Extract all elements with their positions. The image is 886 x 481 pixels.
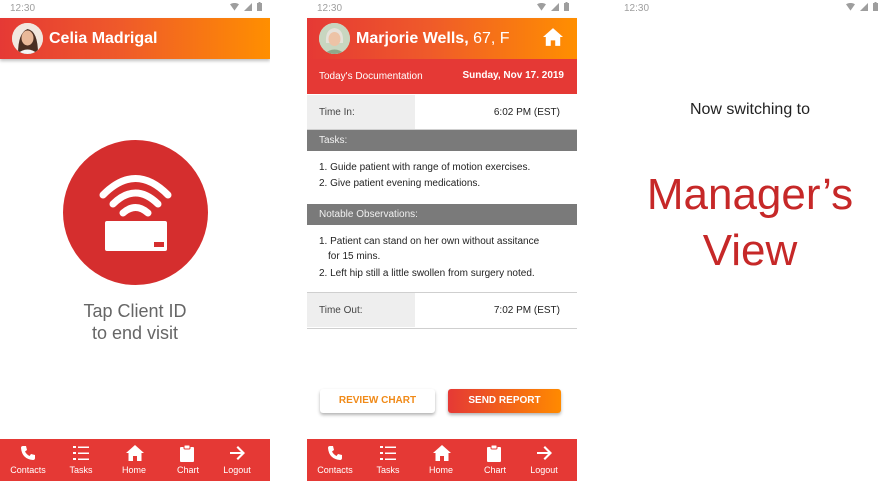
send-report-button[interactable]: SEND REPORT xyxy=(448,389,561,413)
nav-chart[interactable]: Chart xyxy=(163,439,213,481)
home-icon xyxy=(126,445,144,461)
tap-instruction-line1: Tap Client ID xyxy=(83,301,187,321)
nav-label: Home xyxy=(121,465,146,475)
documentation-screen: 12:30 Marjorie Wells, 67, F Today's Docu… xyxy=(307,0,577,481)
documentation-bar: Today's Documentation Sunday, Nov 17. 20… xyxy=(307,59,577,94)
list-icon xyxy=(380,446,396,460)
signal-icon xyxy=(244,2,252,11)
phone-icon xyxy=(328,446,342,460)
nfc-card-icon xyxy=(99,175,172,251)
nav-label: Chart xyxy=(483,465,506,475)
user-name: Celia Madrigal xyxy=(49,30,158,47)
nav-label: Logout xyxy=(530,465,558,475)
nfc-tap-button[interactable] xyxy=(63,140,208,285)
nav-home[interactable]: Home xyxy=(416,439,466,481)
time-in-label: Time In: xyxy=(319,107,355,118)
tap-client-screen: 12:30 Celia Madrigal Tap Client ID to en… xyxy=(0,0,270,481)
nav-label: Tasks xyxy=(69,465,93,475)
nav-tasks[interactable]: Tasks xyxy=(56,439,106,481)
nav-contacts[interactable]: Contacts xyxy=(3,439,53,481)
status-time: 12:30 xyxy=(624,3,650,14)
status-bar: 12:30 xyxy=(307,0,577,18)
arrow-right-icon xyxy=(230,446,245,460)
arrow-right-icon xyxy=(537,446,552,460)
time-out-label: Time Out: xyxy=(319,305,363,316)
manager-view-title-line1: Manager’s xyxy=(646,170,854,219)
observations-header: Notable Observations: xyxy=(307,204,577,225)
clipboard-icon xyxy=(180,445,194,462)
app-header: Marjorie Wells, 67, F xyxy=(307,18,577,59)
time-in-value[interactable]: 6:02 PM (EST) xyxy=(494,107,560,118)
status-bar: 12:30 xyxy=(0,0,270,18)
signal-icon xyxy=(551,2,559,11)
nav-tasks[interactable]: Tasks xyxy=(363,439,413,481)
documentation-date: Sunday, Nov 17. 2019 xyxy=(462,70,564,81)
observation-item: 2. Left hip still a little swollen from … xyxy=(319,268,535,279)
review-chart-button[interactable]: REVIEW CHART xyxy=(320,389,435,413)
clipboard-icon xyxy=(487,445,501,462)
wifi-icon xyxy=(230,2,239,11)
nav-label: Logout xyxy=(223,465,251,475)
client-name-text: Marjorie Wells, xyxy=(356,30,469,47)
manager-view-title-line2: View xyxy=(702,226,798,275)
home-icon xyxy=(433,445,451,461)
home-icon xyxy=(543,28,563,46)
switch-message: Now switching to xyxy=(689,101,811,118)
battery-icon xyxy=(564,2,569,11)
battery-icon xyxy=(257,2,262,11)
tasks-header: Tasks: xyxy=(307,130,577,151)
status-time: 12:30 xyxy=(317,3,343,14)
wifi-icon xyxy=(537,2,546,11)
nav-label: Home xyxy=(428,465,453,475)
nav-label: Chart xyxy=(176,465,199,475)
home-button[interactable] xyxy=(543,28,563,48)
client-age: 67, F xyxy=(468,30,510,47)
bottom-nav: Contacts Tasks Home Chart Logout xyxy=(0,439,270,481)
avatar[interactable] xyxy=(12,23,43,54)
time-out-value[interactable]: 7:02 PM (EST) xyxy=(494,305,560,316)
status-bar: 12:30 xyxy=(614,0,886,18)
nav-label: Contacts xyxy=(317,465,353,475)
list-icon xyxy=(73,446,89,460)
nav-chart[interactable]: Chart xyxy=(470,439,520,481)
app-header: Celia Madrigal xyxy=(0,18,270,59)
task-item: 1. Guide patient with range of motion ex… xyxy=(319,162,531,173)
client-avatar[interactable] xyxy=(319,23,350,54)
battery-icon xyxy=(873,2,878,11)
observation-item: 1. Patient can stand on her own without … xyxy=(319,236,540,247)
client-name: Marjorie Wells, 67, F xyxy=(356,30,510,48)
manager-switch-screen: 12:30 Now switching to Manager’s View xyxy=(614,0,886,481)
nav-contacts[interactable]: Contacts xyxy=(310,439,360,481)
signal-icon xyxy=(860,2,868,11)
nav-home[interactable]: Home xyxy=(109,439,159,481)
nav-label: Tasks xyxy=(376,465,400,475)
time-out-row: Time Out: 7:02 PM (EST) xyxy=(307,292,577,329)
phone-icon xyxy=(21,446,35,460)
observation-item-continued: for 15 mins. xyxy=(328,251,381,262)
status-time: 12:30 xyxy=(10,3,36,14)
task-item: 2. Give patient evening medications. xyxy=(319,178,481,189)
tap-instruction-line2: to end visit xyxy=(91,323,179,343)
nav-logout[interactable]: Logout xyxy=(519,439,569,481)
bottom-nav: Contacts Tasks Home Chart Logout xyxy=(307,439,577,481)
nav-logout[interactable]: Logout xyxy=(212,439,262,481)
time-in-row: Time In: 6:02 PM (EST) xyxy=(307,95,577,130)
documentation-label: Today's Documentation xyxy=(319,71,423,82)
wifi-icon xyxy=(846,2,855,11)
nav-label: Contacts xyxy=(10,465,46,475)
